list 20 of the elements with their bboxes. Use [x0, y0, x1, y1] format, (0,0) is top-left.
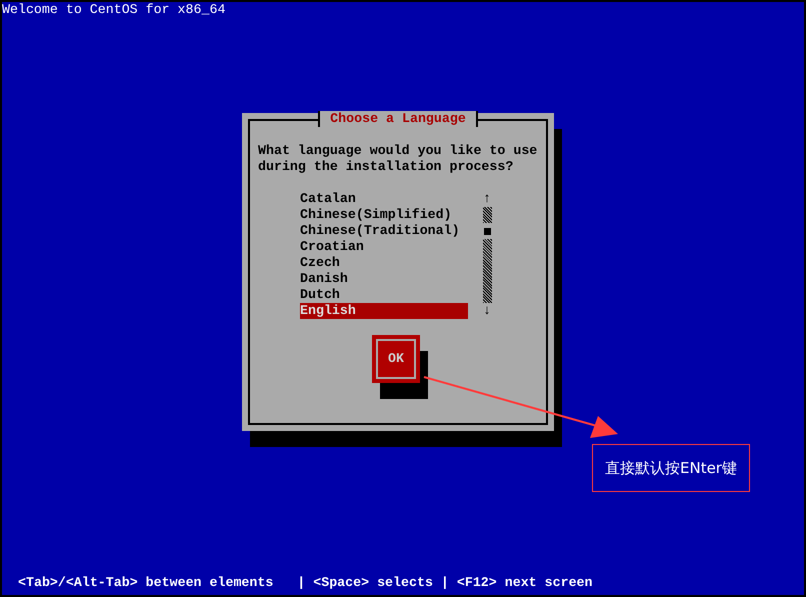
language-option[interactable]: Czech: [300, 255, 468, 271]
scroll-thumb[interactable]: [484, 228, 490, 234]
ok-button[interactable]: OK: [372, 335, 420, 383]
dialog-title: Choose a Language: [318, 111, 478, 127]
language-option[interactable]: Danish: [300, 271, 468, 287]
scroll-down-arrow[interactable]: ↓: [483, 303, 491, 319]
key-help-text: <Tab>/<Alt-Tab> between elements | <Space> selects | <F12> next screen: [18, 575, 593, 591]
language-option[interactable]: Catalan: [300, 191, 468, 207]
language-option[interactable]: English: [300, 303, 468, 319]
language-option[interactable]: Chinese(Simplified): [300, 207, 468, 223]
annotation-callout: 直接默认按ENter键: [592, 444, 750, 492]
language-option[interactable]: Chinese(Traditional): [300, 223, 468, 239]
scroll-track: [482, 207, 492, 223]
language-option[interactable]: Dutch: [300, 287, 468, 303]
screen-title: Welcome to CentOS for x86_64: [2, 2, 226, 18]
prompt-text: What language would you like to use during the installation process?: [258, 143, 538, 175]
scroll-up-arrow[interactable]: ↑: [483, 191, 491, 207]
scrollbar[interactable]: ↑ ↓: [482, 191, 492, 319]
scroll-track: [482, 239, 492, 303]
language-option[interactable]: Croatian: [300, 239, 468, 255]
